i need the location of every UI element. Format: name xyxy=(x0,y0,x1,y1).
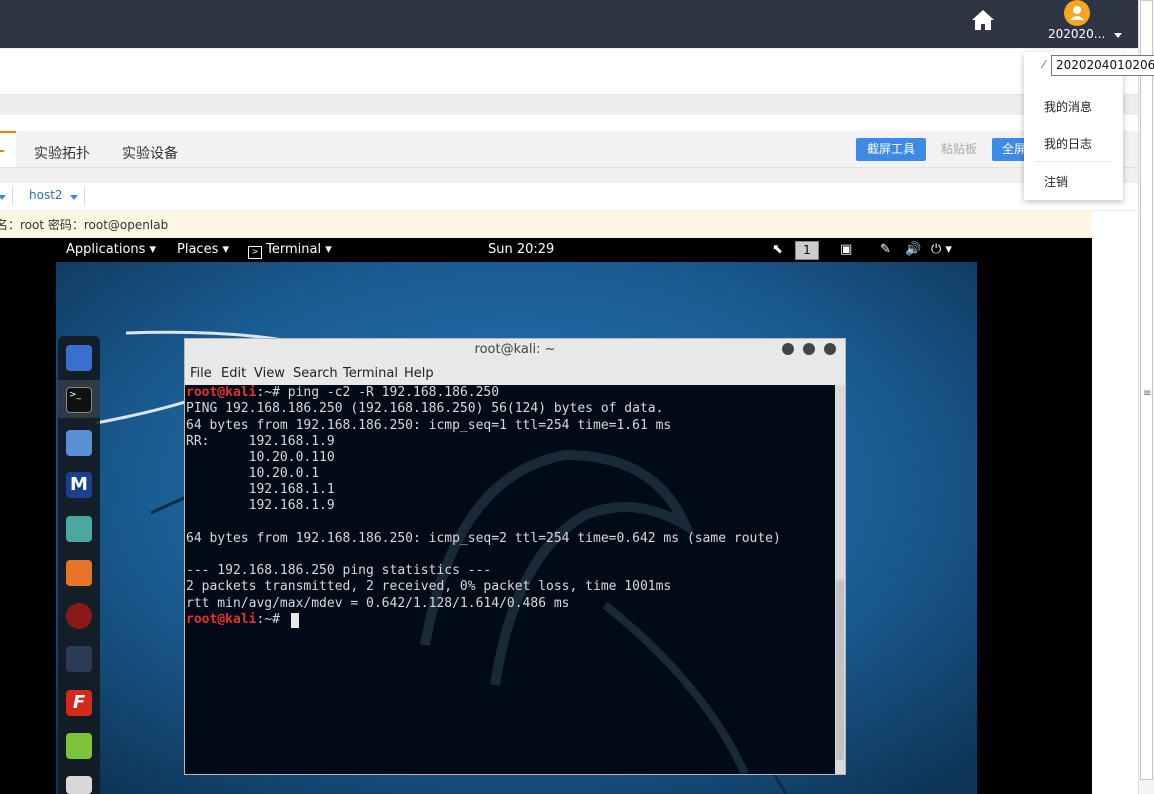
terminal-menu-label: Terminal xyxy=(266,242,322,257)
screenshot-tool-button[interactable]: 截屏工具 xyxy=(856,138,926,161)
terminal-line: 10.20.0.110 xyxy=(186,450,335,465)
tab-devices[interactable]: 实验设备 xyxy=(122,143,178,163)
power-icon[interactable]: ⏻ ▾ xyxy=(931,242,952,257)
menu-help[interactable]: Help xyxy=(404,366,434,381)
menu-item-logout[interactable]: 注销 xyxy=(1044,173,1068,190)
divider-band xyxy=(0,95,1138,115)
maximize-icon[interactable] xyxy=(803,343,815,355)
user-avatar[interactable] xyxy=(1064,0,1090,26)
top-navbar xyxy=(0,0,1138,48)
beef-icon[interactable] xyxy=(66,603,92,629)
divider xyxy=(12,186,13,206)
host-selector-bar xyxy=(0,183,1138,211)
terminal-cursor xyxy=(291,613,299,628)
volume-icon[interactable]: 🔊 xyxy=(905,242,921,257)
metasploit-icon[interactable]: M xyxy=(66,472,92,498)
terminal-line: 10.20.0.1 xyxy=(186,466,320,481)
terminal-line: 192.168.1.9 xyxy=(186,498,335,513)
user-menu-partial-icon: ⁄ xyxy=(1043,58,1045,71)
terminal-line: root@kali:~# xyxy=(186,612,288,628)
tab-topology[interactable]: 实验拓扑 xyxy=(34,143,90,163)
credentials-text: 名：root 密码：root@openlab xyxy=(0,218,169,232)
applications-label: Applications xyxy=(66,242,146,257)
menu-item-my-messages[interactable]: 我的消息 xyxy=(1044,98,1092,115)
spacer xyxy=(0,115,1138,131)
chevron-down-icon[interactable] xyxy=(0,195,6,200)
username-label[interactable]: 202020... xyxy=(1048,27,1105,41)
scrollbar-grip-icon: ≡ xyxy=(1143,388,1152,399)
host-tab-host2[interactable]: host2 xyxy=(29,188,63,202)
network-icon[interactable]: ✎ xyxy=(880,242,891,257)
workspace-indicator[interactable]: 1 xyxy=(795,241,819,260)
terminal-line: 64 bytes from 192.168.186.250: icmp_seq=… xyxy=(186,531,781,546)
tab-active-marker xyxy=(0,150,4,152)
terminal-small-icon: > xyxy=(248,246,262,259)
menu-terminal[interactable]: Terminal xyxy=(343,366,398,381)
mouse-pointer-icon: ⬉ xyxy=(772,242,783,257)
terminal-window-title[interactable]: root@kali: ~ xyxy=(184,342,846,357)
notes-icon[interactable] xyxy=(66,733,92,759)
terminal-app-menu[interactable]: > Terminal ▾ xyxy=(248,242,332,259)
minimize-icon[interactable] xyxy=(782,343,794,355)
menu-file[interactable]: File xyxy=(190,366,212,381)
close-icon[interactable] xyxy=(824,343,836,355)
terminal-icon[interactable]: >_ xyxy=(66,387,92,413)
prompt-user: root@kali xyxy=(186,385,257,400)
user-icon xyxy=(1070,6,1084,20)
clipboard-button[interactable]: 粘贴板 xyxy=(933,138,985,161)
menu-item-my-logs[interactable]: 我的日志 xyxy=(1044,135,1092,152)
menu-edit[interactable]: Edit xyxy=(221,366,246,381)
prompt-suffix: :~# xyxy=(256,612,288,627)
username-tooltip: 2020204010206 xyxy=(1051,55,1154,76)
terminal-line: --- 192.168.186.250 ping statistics --- xyxy=(186,563,492,578)
burpsuite-icon[interactable] xyxy=(66,560,92,586)
camera-icon[interactable]: ▣ xyxy=(840,242,852,257)
screenshot-app-icon[interactable] xyxy=(66,776,92,794)
places-menu[interactable]: Places ▾ xyxy=(177,242,229,257)
files-icon[interactable] xyxy=(66,430,92,456)
chevron-down-icon[interactable] xyxy=(70,195,78,200)
terminal-line: 2 packets transmitted, 2 received, 0% pa… xyxy=(186,579,672,594)
tab-active[interactable] xyxy=(0,131,16,167)
terminal-line: 64 bytes from 192.168.186.250: icmp_seq=… xyxy=(186,418,672,433)
menu-search[interactable]: Search xyxy=(293,366,338,381)
terminal-scrollbar-thumb[interactable] xyxy=(836,580,844,760)
prompt-suffix: :~# xyxy=(256,385,288,400)
applications-menu[interactable]: Applications ▾ xyxy=(66,242,156,257)
divider xyxy=(84,186,85,206)
maltego-icon[interactable] xyxy=(66,646,92,672)
command-text: ping -c2 -R 192.168.186.250 xyxy=(287,385,500,400)
places-label: Places xyxy=(177,242,219,257)
browser-icon[interactable] xyxy=(66,345,92,371)
terminal-line: PING 192.168.186.250 (192.168.186.250) 5… xyxy=(186,401,664,416)
home-icon[interactable] xyxy=(971,9,995,31)
armitage-icon[interactable] xyxy=(66,516,92,542)
terminal-line: 192.168.1.1 xyxy=(186,482,335,497)
menu-view[interactable]: View xyxy=(254,366,285,381)
subheader-bar xyxy=(0,49,1138,95)
chevron-down-icon[interactable] xyxy=(1114,33,1122,38)
panel-clock[interactable]: Sun 20:29 xyxy=(488,242,554,257)
terminal-line: root@kali:~# ping -c2 -R 192.168.186.250 xyxy=(186,385,499,401)
terminal-line: RR: 192.168.1.9 xyxy=(186,434,335,449)
prompt-user: root@kali xyxy=(186,612,257,627)
page-right-margin xyxy=(1092,211,1138,794)
divider xyxy=(1034,161,1112,162)
terminal-line: rtt min/avg/max/mdev = 0.642/1.128/1.614… xyxy=(186,596,570,611)
faraday-icon[interactable]: F xyxy=(66,690,92,716)
